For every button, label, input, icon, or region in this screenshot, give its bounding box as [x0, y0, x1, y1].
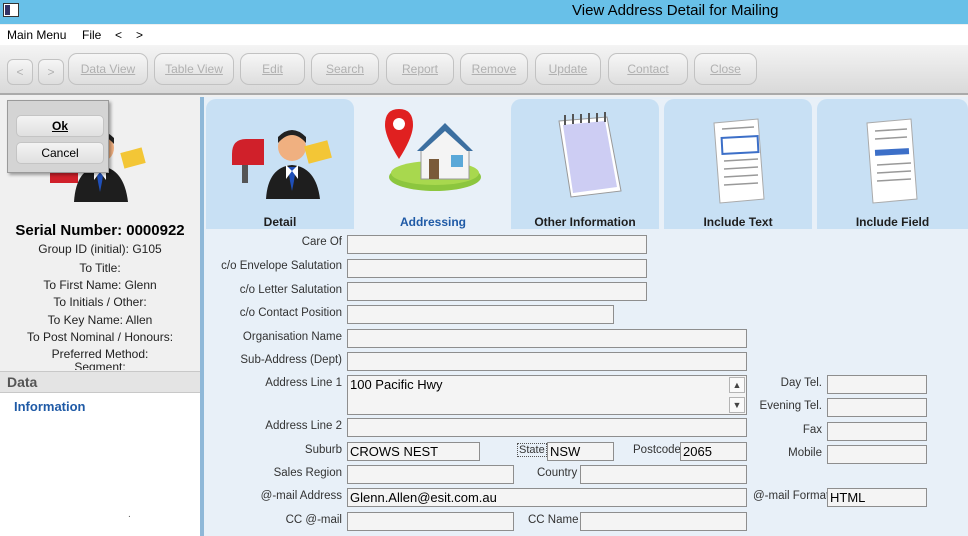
organisation-name-field[interactable] — [347, 329, 747, 348]
report-button[interactable]: Report — [386, 53, 454, 85]
evening-tel-field[interactable] — [827, 398, 927, 417]
country-label: Country — [537, 467, 578, 479]
tab-include-field[interactable]: Include Field — [817, 99, 968, 229]
post-nominal-line: To Post Nominal / Honours: — [26, 330, 174, 344]
notepad-icon — [558, 112, 622, 198]
letter-salutation-field[interactable] — [347, 282, 647, 301]
tab-include-text-label: Include Text — [703, 215, 773, 229]
tab-addressing-label: Addressing — [399, 215, 466, 229]
group-id-line: Group ID (initial): G105 — [38, 242, 162, 256]
email-address-label: @-mail Address — [260, 490, 342, 502]
day-tel-field[interactable] — [827, 375, 927, 394]
day-tel-label: Day Tel. — [780, 377, 822, 389]
sub-address-label: Sub-Address (Dept) — [240, 354, 342, 366]
care-of-label: Care Of — [301, 236, 342, 248]
cc-name-field[interactable] — [580, 512, 747, 531]
cc-email-label: CC @-mail — [285, 514, 342, 526]
data-list: Information . — [0, 393, 200, 536]
menu-forward[interactable]: > — [136, 28, 143, 42]
state-field[interactable]: NSW — [547, 442, 614, 461]
fax-field[interactable] — [827, 422, 927, 441]
scroll-down-icon[interactable]: ▼ — [729, 397, 745, 413]
mobile-label: Mobile — [788, 447, 822, 459]
information-link[interactable]: Information — [14, 399, 86, 414]
close-button[interactable]: Close — [694, 53, 757, 85]
key-name-line: To Key Name: Allen — [47, 313, 153, 327]
data-view-button[interactable]: Data View — [68, 53, 148, 85]
ok-button[interactable]: Ok — [16, 115, 104, 137]
cc-email-field[interactable] — [347, 512, 514, 531]
update-button[interactable]: Update — [535, 53, 601, 85]
email-format-label: @-mail Format — [753, 490, 830, 502]
contact-person-icon — [232, 130, 332, 199]
data-section-header: Data — [0, 371, 200, 393]
confirm-dialog: Ok Cancel — [7, 100, 109, 173]
country-field[interactable] — [580, 465, 747, 484]
email-format-field[interactable]: HTML — [827, 488, 927, 507]
app-icon[interactable] — [3, 3, 19, 17]
tab-other-information[interactable]: Other Information — [511, 99, 659, 229]
location-house-icon — [385, 109, 481, 191]
care-of-field[interactable] — [347, 235, 647, 254]
email-address-field[interactable]: Glenn.Allen@esit.com.au — [347, 488, 747, 507]
postcode-field[interactable]: 2065 — [680, 442, 747, 461]
search-button[interactable]: Search — [311, 53, 379, 85]
address-line-2-label: Address Line 2 — [265, 420, 342, 432]
contact-button[interactable]: Contact — [608, 53, 688, 85]
edit-button[interactable]: Edit — [240, 53, 305, 85]
tab-include-field-label: Include Field — [855, 215, 930, 229]
tab-detail-label: Detail — [263, 215, 297, 229]
state-label: State — [517, 443, 547, 457]
menu-file[interactable]: File — [82, 28, 101, 42]
contact-position-label: c/o Contact Position — [239, 307, 342, 319]
fax-label: Fax — [802, 424, 822, 436]
suburb-label: Suburb — [304, 444, 342, 456]
address-line-2-field[interactable] — [347, 418, 747, 437]
menu-main-menu[interactable]: Main Menu — [7, 28, 66, 42]
sales-region-field[interactable] — [347, 465, 514, 484]
letter-salutation-label: c/o Letter Salutation — [239, 284, 342, 296]
cancel-button[interactable]: Cancel — [16, 142, 104, 164]
tab-addressing[interactable]: Addressing — [359, 99, 507, 229]
window-title: View Address Detail for Mailing — [572, 2, 779, 19]
postcode-label: Postcode — [633, 444, 681, 456]
contact-position-field[interactable] — [347, 305, 614, 324]
menu-bar: Main Menu File < > — [0, 25, 968, 45]
footer-dot: . — [128, 509, 131, 520]
envelope-salutation-field[interactable] — [347, 259, 647, 278]
sub-address-field[interactable] — [347, 352, 747, 371]
forward-button[interactable]: > — [38, 59, 64, 85]
title-bar: View Address Detail for Mailing — [0, 0, 968, 24]
segment-line: Segment: — [74, 361, 126, 370]
scroll-up-icon[interactable]: ▲ — [729, 377, 745, 393]
cc-name-label: CC Name — [528, 514, 579, 526]
address-line-1-field[interactable]: 100 Pacific Hwy ▲ ▼ — [347, 375, 747, 415]
envelope-salutation-label: c/o Envelope Salutation — [221, 260, 342, 272]
toolbar: < > Data View Table View Edit Search Rep… — [0, 45, 968, 95]
tab-other-information-label: Other Information — [534, 215, 636, 229]
organisation-name-label: Organisation Name — [242, 331, 342, 343]
first-name-line: To First Name: Glenn — [43, 278, 157, 292]
back-button[interactable]: < — [7, 59, 33, 85]
address-line-1-value: 100 Pacific Hwy — [350, 377, 443, 392]
document-field-icon — [866, 118, 918, 204]
tab-include-text[interactable]: Include Text — [664, 99, 812, 229]
address-line-1-label: Address Line 1 — [265, 377, 342, 389]
preferred-method-line: Preferred Method: — [51, 347, 149, 361]
to-title-line: To Title: — [79, 261, 121, 275]
menu-back[interactable]: < — [115, 28, 122, 42]
main-area: Detail Addressing Other Information Incl… — [204, 97, 968, 536]
document-text-icon — [713, 118, 765, 204]
suburb-field[interactable]: CROWS NEST — [347, 442, 480, 461]
sales-region-label: Sales Region — [273, 467, 342, 479]
table-view-button[interactable]: Table View — [154, 53, 234, 85]
mobile-field[interactable] — [827, 445, 927, 464]
serial-number: Serial Number: 0000922 — [15, 222, 185, 239]
tab-detail[interactable]: Detail — [206, 99, 354, 229]
remove-button[interactable]: Remove — [460, 53, 528, 85]
initials-line: To Initials / Other: — [53, 295, 147, 309]
evening-tel-label: Evening Tel. — [759, 400, 822, 412]
